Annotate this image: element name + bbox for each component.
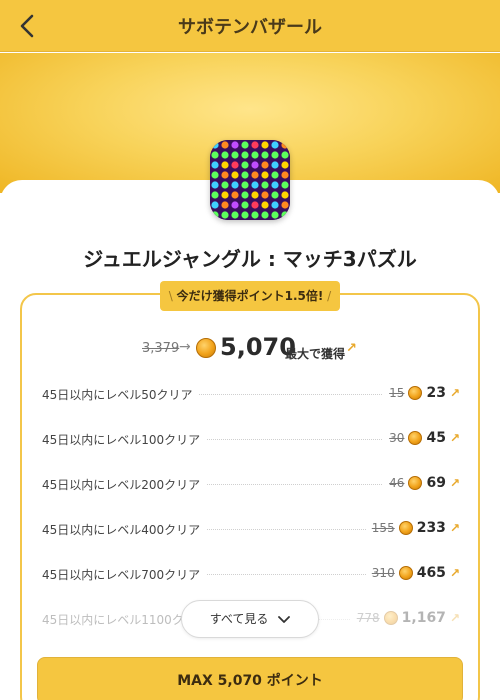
mission-row[interactable]: 45日以内にレベル400クリア 155 233 ↗ [42, 518, 460, 563]
coin-icon [398, 521, 413, 535]
mission-new-points: 465 [416, 565, 446, 581]
external-link-icon[interactable]: ↗ [450, 566, 460, 580]
promo-badge: \ 今だけ獲得ポイント1.5倍! / [160, 281, 340, 311]
dotted-leader [182, 484, 388, 485]
mission-old-points: 778 [356, 611, 380, 625]
mission-label: 45日以内にレベル700クリア [42, 566, 207, 583]
mission-label: 45日以内にレベル400クリア [42, 521, 207, 538]
external-link-icon[interactable]: ↗ [450, 386, 460, 400]
app-name: ジュエルジャングル : マッチ3パズル [83, 247, 417, 271]
see-all-label: すべて見る [209, 612, 269, 626]
mission-label: 45日以内にレベル200クリア [42, 476, 207, 493]
dotted-leader [182, 394, 388, 395]
mission-old-points: 15 [389, 386, 405, 400]
mission-old-points: 30 [389, 431, 405, 445]
promo-badge-text: 今だけ獲得ポイント1.5倍! [176, 289, 324, 303]
coin-icon [398, 566, 413, 580]
mission-new-points: 23 [426, 385, 446, 401]
mission-old-points: 155 [371, 521, 395, 535]
mission-new-points: 69 [426, 475, 446, 491]
mission-old-points: 310 [371, 566, 395, 580]
mission-row[interactable]: 45日以内にレベル50クリア 15 23 ↗ [42, 383, 460, 428]
total-points: 3,379 → 5,070 最大で獲得 ↗ [0, 333, 500, 365]
mission-label: 45日以内にレベル100クリア [42, 431, 207, 448]
mission-new-points: 1,167 [401, 610, 446, 626]
mission-old-points: 46 [389, 476, 405, 490]
coin-icon [408, 476, 423, 490]
app-icon [210, 140, 290, 220]
dotted-leader [182, 439, 388, 440]
see-all-button[interactable]: すべて見る [181, 600, 319, 638]
mission-row[interactable]: 45日以内にレベル100クリア 30 45 ↗ [42, 428, 460, 473]
max-points-button[interactable]: MAX 5,070 ポイント [37, 657, 463, 700]
mission-label: 45日以内にレベル50クリア [42, 386, 199, 403]
coin-icon [383, 611, 398, 625]
external-link-icon[interactable]: ↗ [346, 341, 357, 356]
mission-new-points: 233 [416, 520, 446, 536]
coin-icon [408, 386, 423, 400]
chevron-down-icon [278, 615, 291, 623]
mission-new-points: 45 [426, 430, 446, 446]
external-link-icon[interactable]: ↗ [450, 521, 460, 535]
mission-row[interactable]: 45日以内にレベル200クリア 46 69 ↗ [42, 473, 460, 518]
external-link-icon[interactable]: ↗ [450, 476, 460, 490]
dotted-leader [182, 529, 388, 530]
coin-icon [408, 431, 423, 445]
header: サボテンバザール [0, 0, 500, 52]
page-title: サボテンバザール [178, 17, 322, 38]
external-link-icon[interactable]: ↗ [450, 431, 460, 445]
total-old-points: 3,379 [142, 341, 180, 356]
dotted-leader [182, 574, 388, 575]
total-label: 最大で獲得 [285, 347, 346, 361]
arrow-right-icon: → [179, 339, 191, 355]
coin-icon [196, 338, 216, 358]
external-link-icon[interactable]: ↗ [450, 611, 460, 625]
